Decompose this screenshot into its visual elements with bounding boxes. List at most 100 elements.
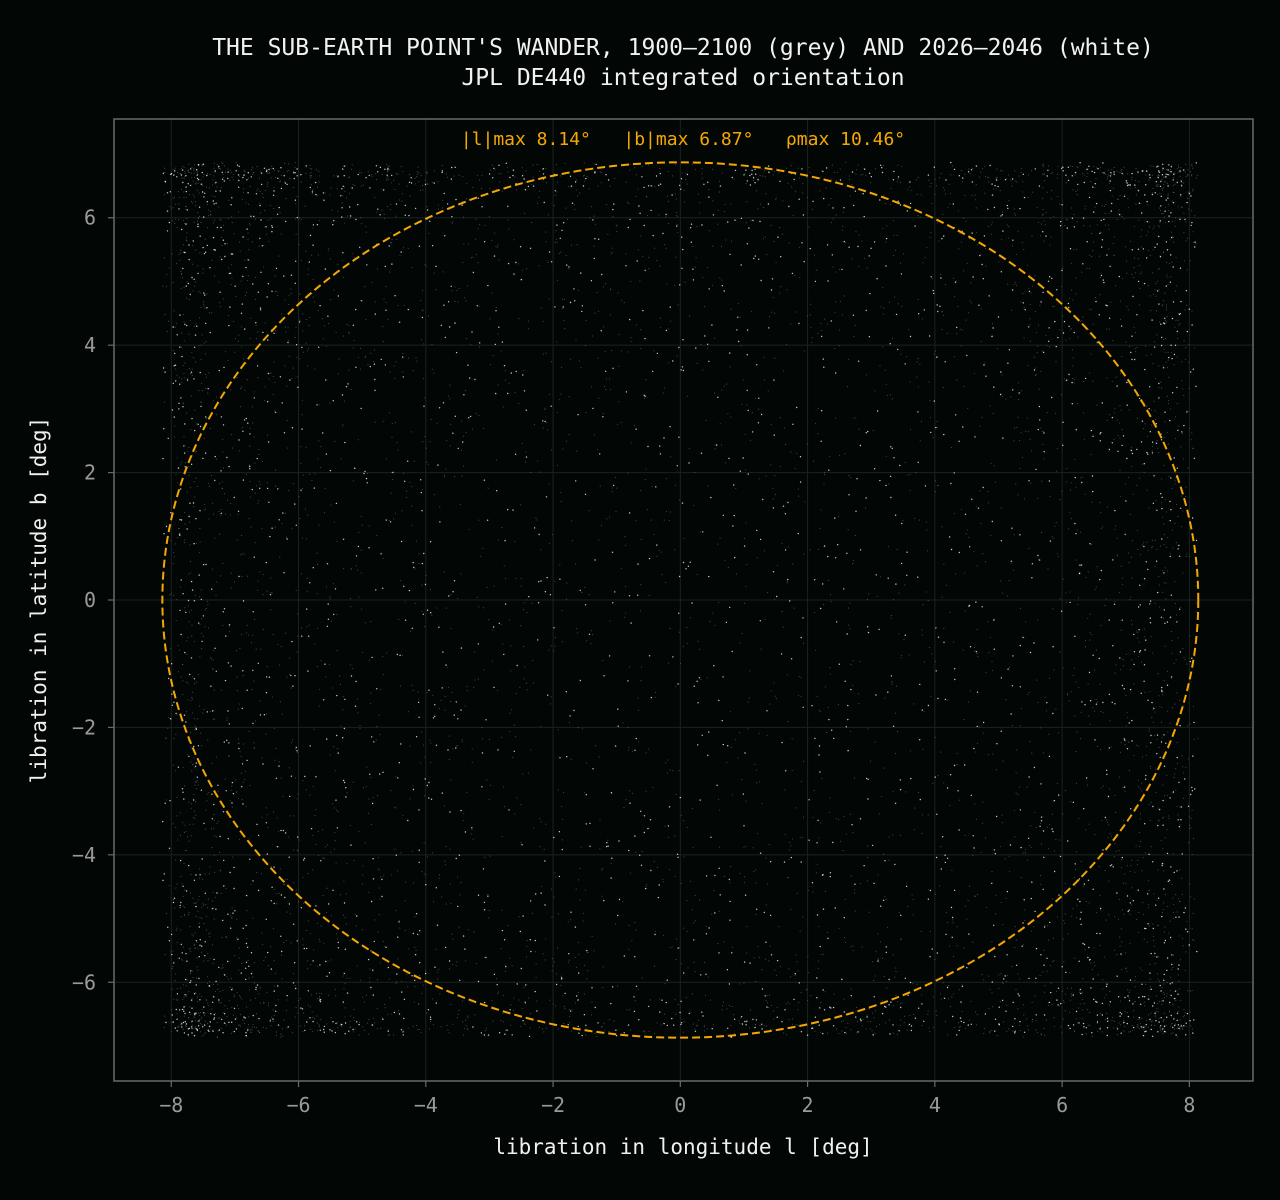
- scatter-point: [1090, 962, 1092, 964]
- scatter-point: [1160, 387, 1163, 389]
- scatter-point: [881, 1000, 883, 1002]
- scatter-point: [821, 329, 823, 332]
- scatter-point: [936, 484, 939, 486]
- scatter-point: [819, 1031, 821, 1033]
- scatter-point: [1020, 432, 1022, 434]
- scatter-point: [241, 198, 243, 200]
- scatter-point: [730, 416, 732, 418]
- scatter-point: [483, 669, 485, 671]
- scatter-point: [1114, 672, 1116, 674]
- scatter-point: [1167, 570, 1169, 572]
- scatter-point: [1150, 1012, 1152, 1014]
- scatter-point: [279, 701, 281, 703]
- scatter-point: [430, 742, 432, 744]
- scatter-point: [1070, 207, 1073, 209]
- scatter-point: [1174, 1028, 1176, 1030]
- scatter-point: [474, 1014, 476, 1016]
- scatter-point: [1158, 387, 1160, 389]
- scatter-point: [326, 912, 328, 914]
- scatter-point: [524, 1003, 527, 1005]
- scatter-point: [698, 648, 701, 650]
- scatter-point: [488, 917, 490, 919]
- scatter-point: [240, 388, 242, 390]
- scatter-point: [846, 386, 848, 388]
- scatter-point: [352, 183, 354, 186]
- scatter-point: [892, 599, 895, 601]
- scatter-point: [1049, 677, 1051, 679]
- scatter-point: [526, 599, 528, 601]
- scatter-point: [667, 772, 669, 774]
- scatter-point: [300, 181, 302, 183]
- scatter-point: [1015, 483, 1017, 485]
- scatter-point: [827, 706, 829, 708]
- scatter-point: [614, 923, 617, 925]
- scatter-point: [1100, 511, 1102, 513]
- scatter-point: [188, 521, 191, 523]
- scatter-point: [496, 246, 498, 248]
- scatter-point: [1055, 990, 1058, 992]
- scatter-point: [273, 361, 275, 363]
- scatter-point: [203, 303, 205, 305]
- scatter-point: [1069, 972, 1071, 974]
- scatter-point: [421, 610, 423, 612]
- scatter-point: [396, 441, 398, 444]
- scatter-point: [895, 249, 897, 251]
- scatter-point: [1100, 711, 1102, 713]
- scatter-point: [690, 880, 692, 882]
- scatter-point: [1182, 1016, 1184, 1018]
- scatter-point: [1079, 531, 1081, 533]
- scatter-point: [1149, 295, 1151, 297]
- scatter-point: [1077, 403, 1079, 405]
- scatter-point: [281, 522, 283, 524]
- scatter-point: [211, 312, 213, 314]
- scatter-point: [500, 1020, 502, 1022]
- scatter-point: [1016, 939, 1018, 941]
- scatter-point: [230, 789, 232, 791]
- scatter-point: [259, 571, 261, 573]
- scatter-point: [738, 1019, 740, 1022]
- scatter-point: [444, 696, 446, 698]
- scatter-point: [1073, 378, 1075, 380]
- scatter-point: [208, 933, 210, 935]
- scatter-point: [168, 320, 170, 322]
- scatter-point: [231, 806, 233, 808]
- scatter-point: [970, 282, 972, 284]
- scatter-point: [588, 510, 590, 512]
- scatter-point: [199, 1011, 202, 1014]
- scatter-point: [932, 437, 934, 439]
- scatter-point: [208, 482, 210, 484]
- scatter-point: [899, 1024, 901, 1026]
- scatter-point: [278, 255, 280, 257]
- scatter-point: [956, 379, 958, 381]
- scatter-point: [1116, 954, 1118, 956]
- scatter-point: [852, 660, 854, 662]
- scatter-point: [263, 266, 265, 268]
- scatter-point: [1193, 939, 1195, 941]
- scatter-point: [809, 549, 811, 551]
- scatter-point: [387, 1029, 389, 1031]
- scatter-point: [263, 1001, 265, 1003]
- scatter-point: [506, 166, 508, 168]
- scatter-point: [678, 499, 681, 501]
- scatter-point: [1174, 773, 1176, 775]
- scatter-point: [932, 782, 934, 784]
- scatter-point: [882, 165, 885, 167]
- scatter-point: [182, 694, 184, 696]
- scatter-point: [774, 695, 776, 697]
- scatter-point: [346, 197, 348, 199]
- scatter-point: [1104, 173, 1106, 175]
- scatter-point: [830, 601, 832, 603]
- scatter-point: [794, 467, 796, 470]
- scatter-point: [871, 1030, 873, 1032]
- scatter-point: [211, 900, 213, 902]
- scatter-point: [1127, 717, 1129, 719]
- scatter-point: [451, 222, 453, 224]
- scatter-point: [201, 878, 203, 880]
- scatter-point: [228, 978, 230, 980]
- scatter-point: [585, 1034, 587, 1036]
- scatter-point: [1119, 469, 1121, 471]
- scatter-point: [1156, 995, 1158, 997]
- scatter-point: [171, 988, 173, 990]
- scatter-point: [203, 509, 205, 511]
- scatter-point: [194, 361, 197, 363]
